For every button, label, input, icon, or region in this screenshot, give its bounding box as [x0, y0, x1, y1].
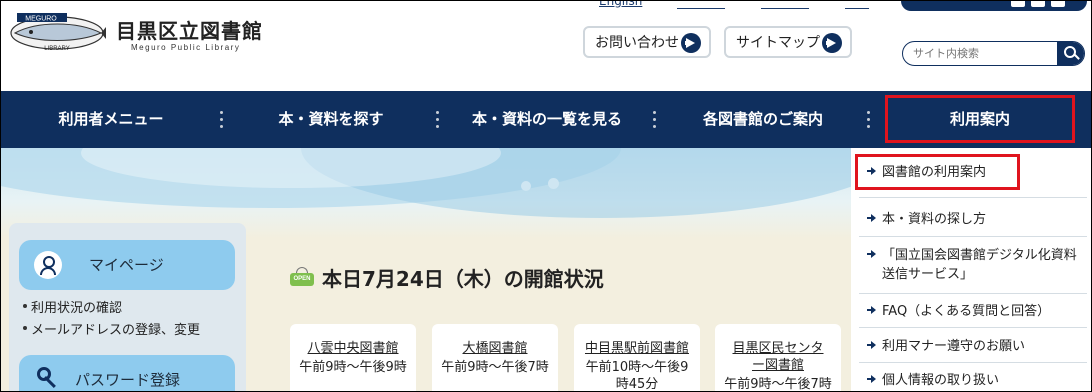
opening-status-title: 本日7月24日（木）の開館状況 — [322, 267, 604, 291]
nav-search-materials[interactable]: 本・資料を探す — [241, 91, 421, 148]
library-name-link[interactable]: 八雲中央図書館 — [290, 340, 416, 357]
open-sign-icon: OPEN — [290, 267, 314, 287]
mypage-label: マイページ — [89, 256, 164, 274]
nav-library-guide[interactable]: 各図書館のご案内 — [673, 91, 853, 148]
arrow-right-icon — [681, 33, 701, 53]
nav-user-menu[interactable]: 利用者メニュー — [21, 91, 201, 148]
contact-label: お問い合わせ — [595, 35, 679, 51]
library-card: 中目黒駅前図書館 午前10時～午後9時45分 — [574, 324, 700, 392]
nav-separator — [436, 111, 439, 129]
font-size-switcher[interactable] — [901, 1, 1087, 11]
site-subtitle: Meguro Public Library — [131, 43, 241, 52]
mypage-button[interactable]: マイページ — [19, 240, 235, 290]
library-hours: 午前10時～午後9時45分 — [585, 360, 689, 392]
font-medium-icon[interactable] — [1031, 1, 1045, 7]
sidebar-link-usage-status[interactable]: 利用状況の確認 — [22, 297, 122, 316]
library-hours: 午前9時～午後7時 — [441, 360, 549, 375]
contact-button[interactable]: お問い合わせ — [583, 26, 711, 58]
library-logo[interactable]: MEGURO LIBRARY — [7, 13, 107, 53]
nav-separator — [653, 111, 656, 129]
user-icon — [34, 251, 62, 279]
arrow-right-icon — [867, 375, 876, 383]
key-icon — [37, 367, 61, 391]
utility-link-english[interactable]: English — [599, 1, 642, 8]
library-name-link[interactable]: 中目黒駅前図書館 — [574, 340, 700, 357]
password-register-label: パスワード登録 — [75, 371, 181, 389]
nav-active-highlight — [885, 95, 1075, 143]
nav-materials-list[interactable]: 本・資料の一覧を見る — [453, 91, 641, 148]
sitemap-label: サイトマップ — [736, 35, 820, 51]
sitemap-button[interactable]: サイトマップ — [724, 26, 852, 58]
dropdown-item-faq[interactable]: FAQ（よくある質問と回答） — [867, 302, 1050, 321]
font-large-icon[interactable] — [1051, 1, 1065, 7]
search-input[interactable] — [913, 45, 1053, 61]
library-hours: 午前9時～午後7時 — [724, 377, 832, 392]
logo-badge-top: MEGURO — [25, 16, 57, 23]
arrow-right-icon — [867, 250, 876, 258]
library-card: 目黒区民センター図書館 午前9時～午後7時 — [715, 324, 841, 392]
utility-link-3[interactable] — [761, 1, 809, 11]
arrow-right-icon — [867, 341, 876, 349]
sidebar-link-email[interactable]: メールアドレスの登録、変更 — [22, 319, 200, 338]
search-button[interactable] — [1057, 42, 1084, 65]
nav-separator — [867, 111, 870, 129]
arrow-right-icon — [867, 306, 876, 314]
password-register-button[interactable]: パスワード登録 — [19, 355, 235, 391]
utility-link-2[interactable] — [677, 1, 725, 11]
dropdown-item-privacy[interactable]: 個人情報の取り扱い — [867, 371, 999, 390]
utility-link-4[interactable] — [845, 1, 869, 11]
dropdown-item-digital-service[interactable]: 「国立国会図書館デジタル化資料送信サービス」 — [867, 246, 1082, 284]
site-search — [902, 41, 1085, 66]
font-small-icon[interactable] — [1011, 1, 1025, 7]
library-card: 八雲中央図書館 午前9時～午後9時 — [290, 324, 416, 391]
logo-badge-bottom: LIBRARY — [44, 46, 70, 52]
dropdown-item-manners[interactable]: 利用マナー遵守のお願い — [867, 337, 1025, 356]
dropdown-item-how-to-search[interactable]: 本・資料の探し方 — [867, 210, 986, 229]
page-frame: English MEGURO LIBRARY 目黒区立図書館 Meguro Pu… — [0, 0, 1092, 392]
dropdown-active-highlight — [855, 154, 1020, 190]
library-name-link[interactable]: 大橋図書館 — [432, 340, 558, 357]
arrow-right-icon — [867, 214, 876, 222]
nav-separator — [220, 111, 223, 129]
library-hours: 午前9時～午後9時 — [299, 360, 407, 375]
library-name-link[interactable]: 目黒区民センター図書館 — [715, 340, 841, 374]
library-card: 大橋図書館 午前9時～午後7時 — [432, 324, 558, 391]
site-title[interactable]: 目黒区立図書館 — [116, 15, 263, 44]
arrow-right-icon — [822, 33, 842, 53]
